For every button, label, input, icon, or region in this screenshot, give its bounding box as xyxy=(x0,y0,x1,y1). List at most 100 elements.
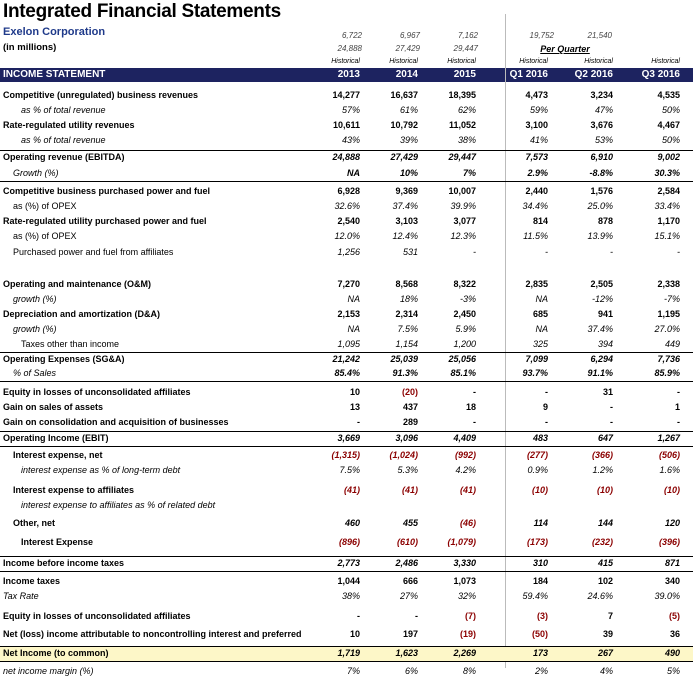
table-cell: (19) xyxy=(459,629,476,639)
table-cell: -12% xyxy=(591,294,613,304)
table-cell: 9,369 xyxy=(395,186,418,196)
table-cell: 7,099 xyxy=(525,354,548,364)
table-cell: (232) xyxy=(591,537,613,547)
table-cell: 2,540 xyxy=(337,216,360,226)
table-cell: 25,039 xyxy=(390,354,418,364)
table-cell: 6,928 xyxy=(337,186,360,196)
table-cell: (173) xyxy=(526,537,548,547)
table-cell: - xyxy=(415,611,418,621)
row-label: as % of total revenue xyxy=(21,105,106,115)
table-cell: 85.1% xyxy=(450,368,476,378)
table-cell: 2,314 xyxy=(395,309,418,319)
table-cell: - xyxy=(473,247,476,257)
row-label: Net (loss) income attributable to noncon… xyxy=(3,629,301,639)
table-cell: 102 xyxy=(597,576,613,586)
row-label: Growth (%) xyxy=(13,168,59,178)
table-cell: 4% xyxy=(599,666,613,676)
table-cell: - xyxy=(610,247,613,257)
table-cell: 1,256 xyxy=(337,247,360,257)
table-cell: 27.0% xyxy=(654,324,680,334)
table-cell: 7 xyxy=(607,611,613,621)
table-cell: 30.3% xyxy=(654,168,680,178)
table-cell: 3,100 xyxy=(525,120,548,130)
table-cell: 1,195 xyxy=(657,309,680,319)
table-row: Rate-regulated utility revenues 10,611 10,… xyxy=(0,119,693,133)
top-number: 6,967 xyxy=(399,31,420,40)
table-cell: 1 xyxy=(674,402,680,412)
table-cell: 85.9% xyxy=(654,368,680,378)
row-label: Purchased power and fuel from affiliates xyxy=(13,247,174,257)
table-row: Purchased power and fuel from affiliates… xyxy=(0,246,693,260)
table-cell: 3,669 xyxy=(337,433,360,443)
row-label: Taxes other than income xyxy=(21,339,120,349)
table-cell: - xyxy=(677,387,680,397)
table-cell: 531 xyxy=(402,247,418,257)
table-cell: -7% xyxy=(663,294,680,304)
table-cell: 6,910 xyxy=(590,152,613,162)
table-cell: 1,095 xyxy=(337,339,360,349)
table-cell: 2,835 xyxy=(525,279,548,289)
table-row: growth (%) NA 7.5% 5.9% NA 37.4% 27.0% xyxy=(0,323,693,337)
table-cell: 114 xyxy=(533,518,548,528)
table-cell: (396) xyxy=(658,537,680,547)
table-cell: 85.4% xyxy=(334,368,360,378)
table-row: Equity in losses of unconsolidated affil… xyxy=(0,610,693,624)
table-cell: 33.4% xyxy=(654,201,680,211)
table-cell: 59% xyxy=(529,105,548,115)
table-cell: 39.9% xyxy=(450,201,476,211)
table-cell: 50% xyxy=(661,135,680,145)
table-cell: 1,044 xyxy=(337,576,360,586)
table-cell: 27% xyxy=(399,591,418,601)
table-row: Gain on sales of assets 13 437 18 9 - 1 xyxy=(0,401,693,415)
table-cell: 53% xyxy=(594,135,613,145)
table-cell: 0.9% xyxy=(527,465,548,475)
table-cell: 10,611 xyxy=(332,120,360,130)
table-cell: 16,637 xyxy=(390,90,418,100)
table-row: net income margin (%) 7% 6% 8% 2% 4% 5% xyxy=(0,665,693,679)
per-quarter-label: Per Quarter xyxy=(540,44,590,54)
table-row: Income before income taxes 2,773 2,486 3,33… xyxy=(0,556,693,572)
table-cell: 10,792 xyxy=(390,120,418,130)
table-cell: 11.5% xyxy=(523,231,548,241)
table-cell: 941 xyxy=(597,309,613,319)
row-label: Income before income taxes xyxy=(3,558,125,568)
row-label: Rate-regulated utility purchased power a… xyxy=(3,216,207,226)
table-cell: (7) xyxy=(465,611,476,621)
row-label: Net Income (to common) xyxy=(3,648,109,658)
table-row: as (%) of OPEX 12.0% 12.4% 12.3% 11.5% 13.9% 1… xyxy=(0,230,693,244)
table-cell: - xyxy=(610,417,613,427)
table-cell: 41% xyxy=(529,135,548,145)
table-cell: 1,200 xyxy=(453,339,476,349)
top-number: 19,752 xyxy=(529,31,554,40)
table-cell: 173 xyxy=(532,648,548,658)
table-cell: 24,888 xyxy=(332,152,360,162)
row-label: growth (%) xyxy=(13,324,57,334)
table-cell: 10,007 xyxy=(448,186,476,196)
table-cell: 4,409 xyxy=(453,433,476,443)
table-cell: 647 xyxy=(597,433,613,443)
table-cell: 38% xyxy=(457,135,476,145)
table-cell: 7,573 xyxy=(525,152,548,162)
table-cell: 7,270 xyxy=(337,279,360,289)
table-cell: 18,395 xyxy=(448,90,476,100)
section-header-bar: INCOME STATEMENT 2013 2014 2015 Q1 2016 … xyxy=(0,68,693,82)
table-cell: 91.3% xyxy=(392,368,418,378)
table-cell: 5.9% xyxy=(455,324,476,334)
row-label: Competitive (unregulated) business reven… xyxy=(3,90,199,100)
table-cell: 39.0% xyxy=(654,591,680,601)
table-cell: - xyxy=(545,387,548,397)
table-cell: 12.3% xyxy=(450,231,476,241)
table-cell: (46) xyxy=(459,518,476,528)
table-cell: 6,294 xyxy=(590,354,613,364)
column-header: Q3 2016 xyxy=(641,69,680,80)
table-cell: 1,170 xyxy=(657,216,680,226)
table-cell: 43% xyxy=(341,135,360,145)
table-cell: 1.6% xyxy=(659,465,680,475)
table-cell: 120 xyxy=(664,518,680,528)
table-cell: 7.5% xyxy=(397,324,418,334)
table-cell: (41) xyxy=(343,485,360,495)
table-cell: (277) xyxy=(526,450,548,460)
table-cell: 3,676 xyxy=(590,120,613,130)
row-label: as (%) of OPEX xyxy=(13,201,77,211)
table-cell: 7% xyxy=(462,168,476,178)
